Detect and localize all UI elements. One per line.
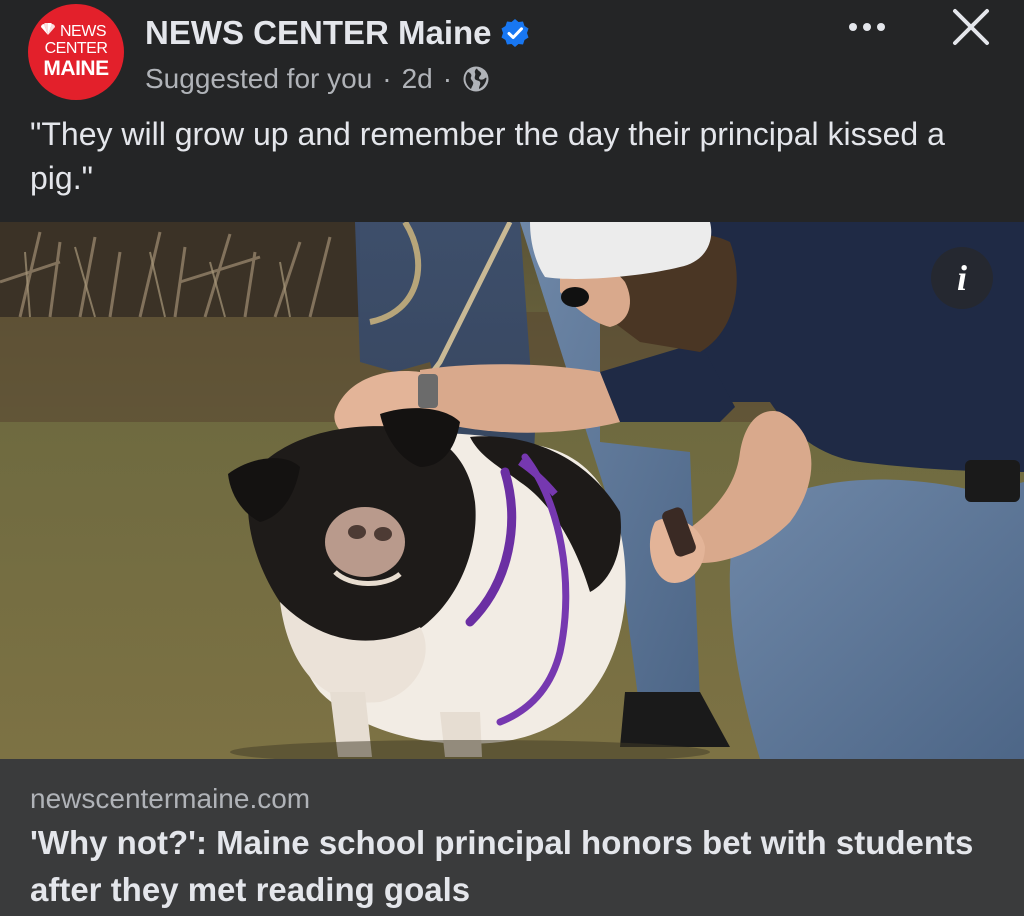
- logo-text-news: NEWS: [60, 23, 107, 40]
- page-name-row: NEWS CENTER Maine: [145, 14, 530, 52]
- feed-post: NEWS CENTER MAINE NEWS CENTER Maine Sugg…: [0, 0, 1024, 916]
- globe-icon: [463, 66, 489, 92]
- info-icon: i: [956, 258, 967, 298]
- photo-pig-and-principal: [0, 222, 1024, 759]
- link-domain: newscentermaine.com: [30, 783, 311, 814]
- post-age[interactable]: 2d: [402, 63, 433, 95]
- logo-text-center: CENTER: [44, 40, 108, 57]
- more-dot: [877, 23, 885, 31]
- meta-separator: ·: [442, 63, 453, 94]
- post-header: NEWS CENTER MAINE NEWS CENTER Maine Sugg…: [0, 0, 1024, 222]
- more-options-button[interactable]: [842, 10, 892, 44]
- link-title[interactable]: 'Why not?': Maine school principal honor…: [30, 819, 1000, 913]
- info-button[interactable]: i: [931, 247, 993, 309]
- more-dot: [863, 23, 871, 31]
- link-preview[interactable]: newscentermaine.com 'Why not?': Maine sc…: [0, 759, 1024, 916]
- logo-text-maine: MAINE: [43, 57, 109, 80]
- page-avatar[interactable]: NEWS CENTER MAINE: [28, 4, 124, 100]
- suggested-label: Suggested for you: [145, 63, 373, 94]
- post-meta: Suggested for you · 2d ·: [145, 63, 490, 95]
- post-caption: "They will grow up and remember the day …: [30, 116, 945, 196]
- post-photo[interactable]: [0, 222, 1024, 759]
- verified-badge-icon: [501, 19, 529, 47]
- meta-separator: ·: [382, 63, 392, 94]
- more-horizontal-icon: [849, 23, 857, 31]
- page-name-link[interactable]: NEWS CENTER Maine: [145, 14, 492, 52]
- close-icon[interactable]: [950, 6, 992, 48]
